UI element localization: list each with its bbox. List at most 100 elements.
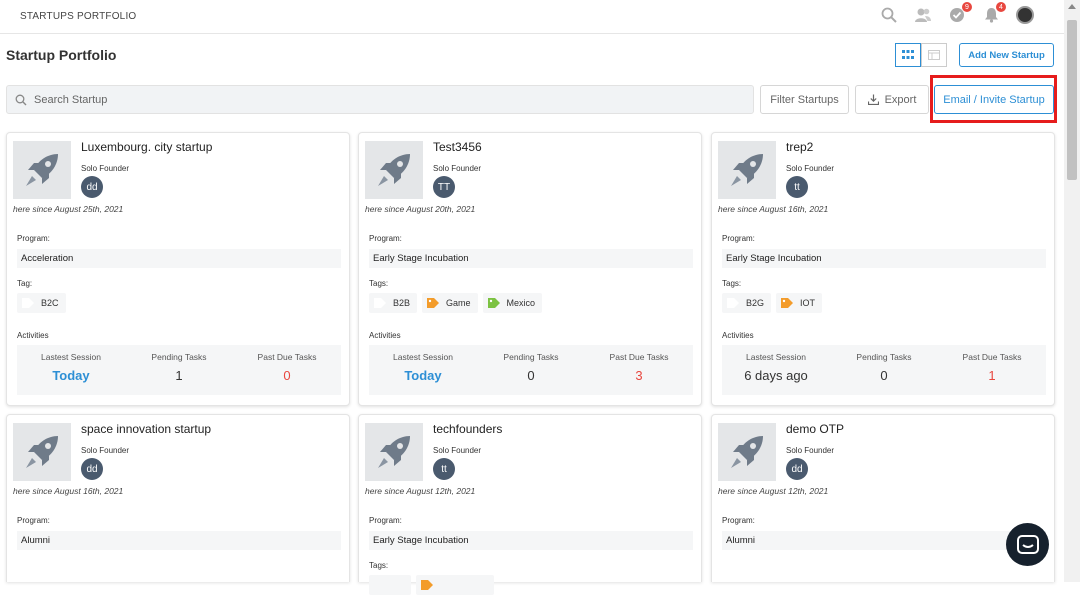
tags-label: Tag: bbox=[17, 279, 33, 288]
past-due-tasks-label: Past Due Tasks bbox=[257, 352, 317, 362]
founder-avatar[interactable]: TT bbox=[433, 176, 455, 198]
blank-tag-icon bbox=[22, 298, 34, 308]
activity-summary: Lastest Session Today Pending Tasks 0 Past… bbox=[369, 345, 693, 395]
founder-avatar[interactable]: tt bbox=[433, 458, 455, 480]
program-label: Program: bbox=[369, 516, 402, 525]
founder-avatar[interactable]: dd bbox=[81, 458, 103, 480]
tag-list bbox=[369, 575, 494, 595]
founder-role: Solo Founder bbox=[81, 446, 130, 455]
tag-icon bbox=[487, 298, 500, 308]
past-due-tasks-label: Past Due Tasks bbox=[609, 352, 669, 362]
startup-card[interactable]: Luxembourg. city startup Solo Founder dd… bbox=[6, 132, 350, 406]
founder-avatar[interactable]: dd bbox=[81, 176, 103, 198]
pending-tasks-label: Pending Tasks bbox=[503, 352, 559, 362]
rocket-icon bbox=[731, 436, 763, 468]
pending-tasks-value: 0 bbox=[527, 368, 535, 383]
tasks-badge: 9 bbox=[962, 2, 972, 12]
startup-name[interactable]: techfounders bbox=[433, 422, 502, 436]
startup-card[interactable]: space innovation startup Solo Founder dd… bbox=[6, 414, 350, 582]
scrollbar-thumb[interactable] bbox=[1067, 20, 1077, 180]
tasks-check-icon[interactable]: 9 bbox=[948, 2, 972, 24]
joined-date: here since August 20th, 2021 bbox=[365, 204, 476, 214]
bell-icon[interactable]: 4 bbox=[982, 2, 1006, 24]
scroll-up-arrow-icon[interactable] bbox=[1068, 4, 1076, 9]
search-icon[interactable] bbox=[880, 6, 898, 24]
tag-chip[interactable]: B2B bbox=[369, 293, 418, 313]
chat-launcher-button[interactable] bbox=[1006, 523, 1049, 566]
pending-tasks-label: Pending Tasks bbox=[151, 352, 207, 362]
filter-startups-button[interactable]: Filter Startups bbox=[760, 85, 849, 114]
joined-date: here since August 12th, 2021 bbox=[365, 486, 476, 496]
tag-chip[interactable]: IOT bbox=[776, 293, 823, 313]
startup-name[interactable]: space innovation startup bbox=[81, 422, 211, 436]
tags-label: Tags: bbox=[369, 561, 389, 570]
joined-date: here since August 12th, 2021 bbox=[718, 486, 829, 496]
startup-logo bbox=[365, 423, 423, 481]
program-value: Early Stage Incubation bbox=[369, 249, 693, 268]
rocket-icon bbox=[378, 154, 410, 186]
program-label: Program: bbox=[17, 516, 50, 525]
tag-label: Mexico bbox=[506, 298, 536, 308]
startup-card[interactable]: Test3456 Solo Founder TT here since Augu… bbox=[358, 132, 702, 406]
startup-name[interactable]: Test3456 bbox=[433, 140, 482, 154]
add-new-startup-button[interactable]: Add New Startup bbox=[959, 43, 1054, 67]
top-icons: 9 4 bbox=[880, 2, 1034, 24]
tag-list: B2B Game Mexico bbox=[369, 293, 543, 313]
brand-title[interactable]: STARTUPS PORTFOLIO bbox=[20, 11, 136, 22]
tag-chip[interactable] bbox=[416, 575, 494, 595]
tag-chip[interactable]: B2G bbox=[722, 293, 772, 313]
user-avatar[interactable] bbox=[1016, 6, 1034, 24]
tags-label: Tags: bbox=[369, 279, 389, 288]
grid-view-button[interactable] bbox=[895, 43, 921, 67]
pending-tasks-label: Pending Tasks bbox=[856, 352, 912, 362]
program-value: Alumni bbox=[722, 531, 1046, 550]
latest-session-value: Today bbox=[404, 368, 442, 383]
founder-role: Solo Founder bbox=[786, 164, 835, 173]
latest-session-label: Lastest Session bbox=[40, 352, 101, 362]
program-value: Alumni bbox=[17, 531, 341, 550]
tag-icon bbox=[427, 298, 440, 308]
latest-session-label: Lastest Session bbox=[392, 352, 453, 362]
export-button[interactable]: Export bbox=[855, 85, 929, 114]
search-bar bbox=[6, 85, 754, 114]
past-due-tasks-value: 1 bbox=[988, 368, 996, 383]
activities-label: Activities bbox=[722, 331, 754, 340]
program-label: Program: bbox=[722, 234, 755, 243]
tag-chip[interactable]: Game bbox=[422, 293, 478, 313]
search-icon bbox=[15, 94, 27, 105]
tag-chip[interactable] bbox=[369, 575, 411, 595]
rocket-icon bbox=[26, 436, 58, 468]
joined-date: here since August 16th, 2021 bbox=[13, 486, 124, 496]
startup-name[interactable]: trep2 bbox=[786, 140, 813, 154]
founder-avatar[interactable]: dd bbox=[786, 458, 808, 480]
list-view-button[interactable] bbox=[921, 43, 947, 67]
activity-summary: Lastest Session Today Pending Tasks 1 Past… bbox=[17, 345, 341, 395]
startup-card[interactable]: trep2 Solo Founder tt here since August … bbox=[711, 132, 1055, 406]
startup-logo bbox=[365, 141, 423, 199]
past-due-tasks-label: Past Due Tasks bbox=[962, 352, 1022, 362]
founder-avatar[interactable]: tt bbox=[786, 176, 808, 198]
rocket-icon bbox=[378, 436, 410, 468]
tag-chip[interactable]: Mexico bbox=[482, 293, 543, 313]
program-value: Early Stage Incubation bbox=[722, 249, 1046, 268]
users-icon[interactable] bbox=[914, 6, 932, 24]
joined-date: here since August 16th, 2021 bbox=[718, 204, 829, 214]
pending-tasks-value: 1 bbox=[175, 368, 183, 383]
startup-card[interactable]: techfounders Solo Founder tt here since … bbox=[358, 414, 702, 595]
startup-name[interactable]: Luxembourg. city startup bbox=[81, 140, 212, 154]
export-label: Export bbox=[884, 93, 917, 106]
startup-name[interactable]: demo OTP bbox=[786, 422, 844, 436]
startup-logo bbox=[718, 423, 776, 481]
highlight-box bbox=[930, 75, 1057, 123]
founder-role: Solo Founder bbox=[786, 446, 835, 455]
startup-card[interactable]: demo OTP Solo Founder dd here since Augu… bbox=[711, 414, 1055, 582]
tags-label: Tags: bbox=[722, 279, 742, 288]
tag-icon bbox=[421, 580, 433, 590]
program-label: Program: bbox=[369, 234, 402, 243]
past-due-tasks-value: 0 bbox=[283, 368, 291, 383]
latest-session-value: 6 days ago bbox=[744, 368, 808, 383]
search-input[interactable] bbox=[34, 93, 634, 106]
startup-logo bbox=[13, 423, 71, 481]
tag-chip[interactable]: B2C bbox=[17, 293, 66, 313]
latest-session-label: Lastest Session bbox=[745, 352, 806, 362]
